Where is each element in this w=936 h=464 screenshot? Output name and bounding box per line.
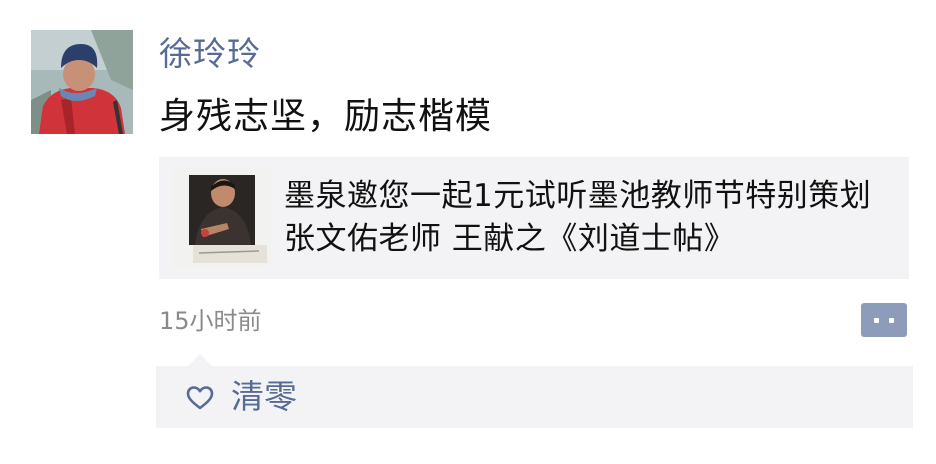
link-title: 墨泉邀您一起1元试听墨池教师节特别策划 张文佑老师 王献之《刘道士帖》 xyxy=(284,178,872,257)
post-text: 身残志坚，励志楷模 xyxy=(159,96,493,137)
link-thumbnail-photo xyxy=(171,167,271,269)
comment-more-button[interactable] xyxy=(861,303,907,337)
shared-link-card[interactable]: 墨泉邀您一起1元试听墨池教师节特别策划 张文佑老师 王献之《刘道士帖》 xyxy=(159,157,909,279)
avatar[interactable] xyxy=(31,30,133,134)
like-user-name[interactable]: 清零 xyxy=(231,376,297,418)
post-time: 15小时前 xyxy=(159,307,262,335)
likes-panel: 清零 xyxy=(156,366,913,428)
author-name[interactable]: 徐玲玲 xyxy=(159,33,261,75)
avatar-photo xyxy=(31,30,133,134)
likes-arrow xyxy=(188,354,212,366)
comment-more-icon xyxy=(874,318,894,323)
link-thumbnail xyxy=(171,167,271,269)
heart-icon xyxy=(186,386,214,410)
